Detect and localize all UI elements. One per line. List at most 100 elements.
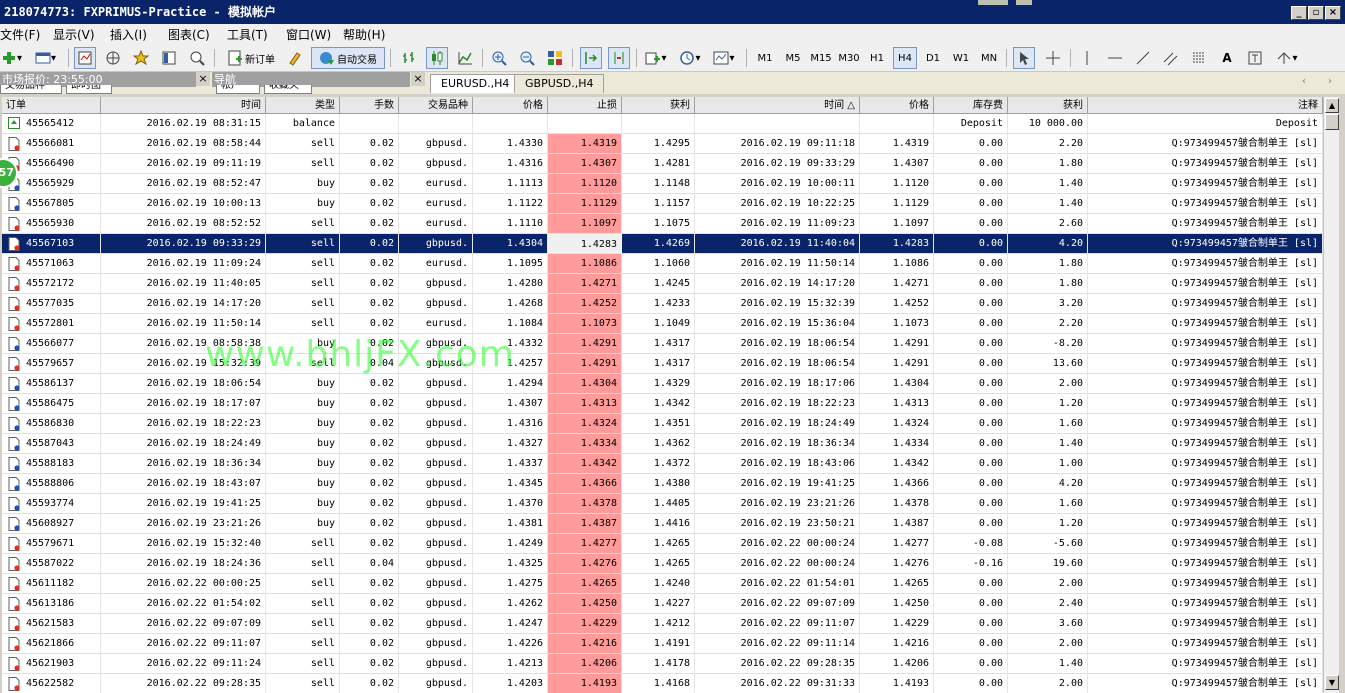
zoom-in-icon[interactable] bbox=[488, 47, 510, 69]
cursor-icon[interactable] bbox=[1013, 47, 1035, 69]
nav-tab-accounts[interactable]: 帐户 bbox=[216, 85, 260, 94]
chart-tab-eurusd[interactable]: EURUSD.,H4 bbox=[430, 74, 521, 93]
table-row[interactable]: 45621866 2016.02.22 09:11:07 sell 0.02 gbpus… bbox=[2, 634, 1323, 654]
table-row[interactable]: 45577035 2016.02.19 14:17:20 sell 0.02 gbpus… bbox=[2, 294, 1323, 314]
table-row[interactable]: 45579671 2016.02.19 15:32:40 sell 0.02 gbpus… bbox=[2, 534, 1323, 554]
line-chart-icon[interactable] bbox=[454, 47, 476, 69]
candlestick-icon[interactable] bbox=[426, 47, 448, 69]
timeframe-m15[interactable]: M15 bbox=[809, 47, 833, 69]
bar-chart-icon[interactable] bbox=[398, 47, 420, 69]
column-header-close-price[interactable]: 价格 bbox=[860, 97, 934, 114]
new-chart-icon[interactable]: ▾ bbox=[0, 47, 22, 69]
navigator-icon[interactable] bbox=[130, 47, 152, 69]
periods-icon[interactable]: ▾ bbox=[676, 47, 704, 69]
table-row[interactable]: 45587043 2016.02.19 18:24:49 buy 0.02 gbpusd… bbox=[2, 434, 1323, 454]
table-row[interactable]: 45608927 2016.02.19 23:21:26 buy 0.02 gbpusd… bbox=[2, 514, 1323, 534]
chart-shift-icon[interactable] bbox=[608, 47, 630, 69]
metaeditor-icon[interactable] bbox=[284, 47, 306, 69]
column-header-stoploss[interactable]: 止损 bbox=[548, 97, 622, 114]
terminal-icon[interactable] bbox=[158, 47, 180, 69]
column-header-profit[interactable]: 获利 bbox=[1008, 97, 1088, 114]
table-row[interactable]: 45566077 2016.02.19 08:58:38 buy 0.02 gbpusd… bbox=[2, 334, 1323, 354]
menu-charts[interactable]: 图表(C) bbox=[168, 26, 210, 43]
timeframe-w1[interactable]: W1 bbox=[949, 47, 973, 69]
table-row[interactable]: 45566081 2016.02.19 08:58:44 sell 0.02 gbpus… bbox=[2, 134, 1323, 154]
column-header-order[interactable]: 订单 bbox=[2, 97, 101, 114]
table-row[interactable]: 45565412 2016.02.19 08:31:15 balance Deposi… bbox=[2, 114, 1323, 134]
text-label-icon[interactable] bbox=[1244, 47, 1266, 69]
timeframe-m5[interactable]: M5 bbox=[781, 47, 805, 69]
vertical-line-icon[interactable] bbox=[1076, 47, 1098, 69]
timeframe-d1[interactable]: D1 bbox=[921, 47, 945, 69]
tile-windows-icon[interactable] bbox=[544, 47, 566, 69]
scroll-down-icon[interactable]: ▼ bbox=[1325, 675, 1339, 690]
table-row[interactable]: 45621903 2016.02.22 09:11:24 sell 0.02 gbpus… bbox=[2, 654, 1323, 674]
table-row[interactable]: 45586137 2016.02.19 18:06:54 buy 0.02 gbpusd… bbox=[2, 374, 1323, 394]
menu-view[interactable]: 显示(V) bbox=[53, 26, 95, 43]
minimize-button[interactable]: _ bbox=[1291, 6, 1307, 20]
text-icon[interactable]: A bbox=[1216, 47, 1238, 69]
timeframe-mn[interactable]: MN bbox=[977, 47, 1001, 69]
table-row[interactable]: 45565930 2016.02.19 08:52:52 sell 0.02 eurus… bbox=[2, 214, 1323, 234]
table-row[interactable]: 45586830 2016.02.19 18:22:23 buy 0.02 gbpusd… bbox=[2, 414, 1323, 434]
table-row[interactable]: 45588183 2016.02.19 18:36:34 buy 0.02 gbpusd… bbox=[2, 454, 1323, 474]
table-row[interactable]: 45586475 2016.02.19 18:17:07 buy 0.02 gbpusd… bbox=[2, 394, 1323, 414]
table-row[interactable]: 45621583 2016.02.22 09:07:09 sell 0.02 gbpus… bbox=[2, 614, 1323, 634]
market-watch-icon[interactable] bbox=[74, 47, 96, 69]
templates-icon[interactable]: ▾ bbox=[710, 47, 738, 69]
zoom-out-icon[interactable] bbox=[516, 47, 538, 69]
timeframe-m30[interactable]: M30 bbox=[837, 47, 861, 69]
column-header-close-time[interactable]: 时间 △ bbox=[695, 97, 860, 114]
column-header-type[interactable]: 类型 bbox=[266, 97, 340, 114]
autoscroll-icon[interactable] bbox=[580, 47, 602, 69]
market-tab-symbols[interactable]: 交易品种 bbox=[0, 85, 62, 94]
scroll-thumb[interactable] bbox=[1325, 114, 1339, 130]
table-row[interactable]: 45587022 2016.02.19 18:24:36 sell 0.04 gbpus… bbox=[2, 554, 1323, 574]
menu-window[interactable]: 窗口(W) bbox=[286, 26, 331, 43]
crosshair-icon[interactable] bbox=[1042, 47, 1064, 69]
column-header-open-time[interactable]: 时间 bbox=[101, 97, 266, 114]
table-row[interactable]: 45579657 2016.02.19 15:32:39 sell 0.04 gbpus… bbox=[2, 354, 1323, 374]
restore-button[interactable]: ▫ bbox=[1308, 6, 1324, 20]
column-header-swap[interactable]: 库存费 bbox=[934, 97, 1008, 114]
table-row[interactable]: 45571063 2016.02.19 11:09:24 sell 0.02 eurus… bbox=[2, 254, 1323, 274]
fibonacci-icon[interactable] bbox=[1188, 47, 1210, 69]
chart-tab-gbpusd[interactable]: GBPUSD.,H4 bbox=[514, 74, 605, 93]
equidistant-channel-icon[interactable] bbox=[1160, 47, 1182, 69]
column-header-open-price[interactable]: 价格 bbox=[473, 97, 548, 114]
column-header-symbol[interactable]: 交易品种 bbox=[399, 97, 473, 114]
column-header-comment[interactable]: 注释 bbox=[1088, 97, 1323, 114]
table-row[interactable]: 45567805 2016.02.19 10:00:13 buy 0.02 eurusd… bbox=[2, 194, 1323, 214]
navigator-close-icon[interactable]: × bbox=[411, 72, 425, 86]
market-watch-close-icon[interactable]: × bbox=[196, 72, 210, 86]
menu-insert[interactable]: 插入(I) bbox=[110, 26, 147, 43]
arrows-icon[interactable]: ▾ bbox=[1272, 47, 1302, 69]
table-row[interactable]: 45622582 2016.02.22 09:28:35 sell 0.02 gbpus… bbox=[2, 674, 1323, 693]
table-row[interactable]: 45567103 2016.02.19 09:33:29 sell 0.02 gbpus… bbox=[2, 234, 1323, 254]
nav-tab-favorites[interactable]: 收藏夹 bbox=[264, 85, 312, 94]
scroll-up-icon[interactable]: ▲ bbox=[1325, 98, 1339, 113]
tab-scroll-left-icon[interactable]: ‹ bbox=[1302, 76, 1306, 87]
table-row[interactable]: 45613186 2016.02.22 01:54:02 sell 0.02 gbpus… bbox=[2, 594, 1323, 614]
profiles-icon[interactable]: ▾ bbox=[34, 47, 56, 69]
horizontal-line-icon[interactable] bbox=[1104, 47, 1126, 69]
table-row[interactable]: 45572172 2016.02.19 11:40:05 sell 0.02 gbpus… bbox=[2, 274, 1323, 294]
table-row[interactable]: 45588806 2016.02.19 18:43:07 buy 0.02 gbpusd… bbox=[2, 474, 1323, 494]
data-window-icon[interactable] bbox=[102, 47, 124, 69]
table-row[interactable]: 45611182 2016.02.22 00:00:25 sell 0.02 gbpus… bbox=[2, 574, 1323, 594]
column-header-lots[interactable]: 手数 bbox=[340, 97, 399, 114]
menu-file[interactable]: 文件(F) bbox=[0, 26, 40, 43]
column-header-takeprofit[interactable]: 获利 bbox=[622, 97, 695, 114]
tab-scroll-right-icon[interactable]: › bbox=[1328, 76, 1332, 87]
menu-help[interactable]: 帮助(H) bbox=[343, 26, 385, 43]
auto-trading-button[interactable]: 自动交易 bbox=[311, 47, 385, 69]
new-order-button[interactable]: 新订单 bbox=[220, 47, 282, 69]
close-button[interactable]: × bbox=[1325, 6, 1341, 20]
trendline-icon[interactable] bbox=[1132, 47, 1154, 69]
timeframe-h1[interactable]: H1 bbox=[865, 47, 889, 69]
indicators-icon[interactable]: ▾ bbox=[642, 47, 670, 69]
table-row[interactable]: 45565929 2016.02.19 08:52:47 buy 0.02 eurusd… bbox=[2, 174, 1323, 194]
timeframe-m1[interactable]: M1 bbox=[753, 47, 777, 69]
market-tab-tick-chart[interactable]: 即时图 bbox=[66, 85, 112, 94]
strategy-tester-icon[interactable] bbox=[186, 47, 208, 69]
